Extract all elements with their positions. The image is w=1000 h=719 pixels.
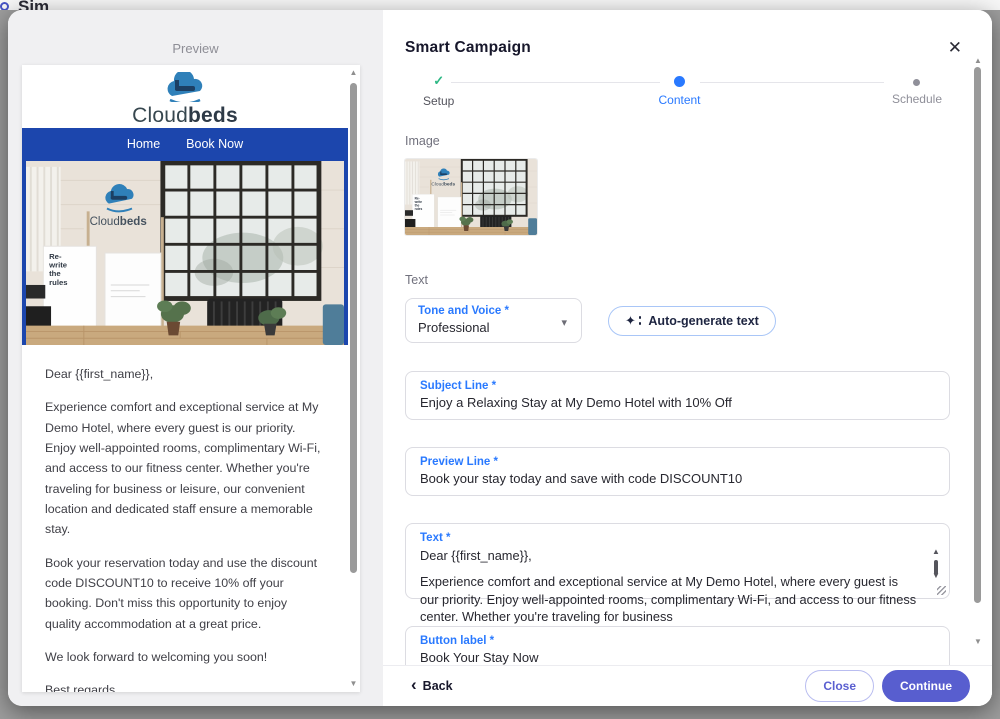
office-photo bbox=[26, 161, 344, 345]
cloudbeds-logo-text: Cloudbeds bbox=[132, 104, 238, 128]
sparkle-icon: ✦ bbox=[625, 314, 636, 327]
modal-footer: ‹ Back Close Continue bbox=[383, 665, 992, 706]
scroll-down-icon[interactable]: ▼ bbox=[931, 572, 941, 580]
email-body-text: Dear {{first_name}}, Experience comfort … bbox=[22, 345, 348, 692]
modal-title: Smart Campaign bbox=[405, 39, 531, 57]
step-content[interactable]: Content bbox=[658, 74, 700, 107]
resize-handle[interactable] bbox=[937, 586, 946, 595]
email-paragraph: Best regards, bbox=[45, 680, 325, 692]
tone-and-voice-select[interactable]: Tone and Voice * Professional ▾ bbox=[405, 298, 582, 343]
textarea-scrollbar[interactable]: ▲ ▼ bbox=[931, 548, 941, 586]
text-field[interactable]: Text * Dear {{first_name}}, Experience c… bbox=[405, 523, 950, 599]
step-setup[interactable]: ✓ Setup bbox=[423, 74, 454, 108]
form-scrollbar[interactable]: ▲ ▼ bbox=[974, 57, 982, 646]
idle-step-dot-icon bbox=[913, 79, 920, 86]
scroll-up-icon[interactable]: ▲ bbox=[349, 69, 358, 77]
scroll-down-icon[interactable]: ▼ bbox=[974, 638, 982, 646]
scroll-up-icon[interactable]: ▲ bbox=[931, 548, 941, 556]
background-logo-ring bbox=[0, 2, 9, 10]
preview-panel: Preview Cloudbeds Home Book Now bbox=[8, 10, 383, 706]
email-paragraph: Experience comfort and exceptional servi… bbox=[45, 397, 325, 539]
check-icon: ✓ bbox=[433, 74, 444, 88]
smart-campaign-modal: Preview Cloudbeds Home Book Now bbox=[8, 10, 992, 706]
preview-line-field[interactable]: Preview Line * Book your stay today and … bbox=[405, 447, 950, 496]
cloudbeds-logo: Cloudbeds bbox=[22, 65, 348, 128]
email-paragraph: Dear {{first_name}}, bbox=[45, 364, 325, 384]
cloudbeds-cloud-icon bbox=[163, 72, 207, 102]
scroll-down-icon[interactable]: ▼ bbox=[349, 680, 358, 688]
sparkle-dots-icon bbox=[639, 316, 642, 319]
image-section-label: Image bbox=[405, 134, 942, 148]
preview-scrollbar-thumb[interactable] bbox=[350, 83, 357, 573]
close-icon[interactable]: ✕ bbox=[948, 38, 962, 58]
continue-button[interactable]: Continue bbox=[882, 670, 970, 702]
background-page: Sim bbox=[0, 0, 1000, 10]
background-text-fragment: Sim bbox=[18, 0, 49, 10]
office-photo-thumb bbox=[405, 159, 537, 235]
preview-scrollbar[interactable]: ▲ ▼ bbox=[349, 69, 358, 688]
stepper-track bbox=[700, 82, 885, 83]
active-step-dot-icon bbox=[674, 76, 685, 87]
campaign-image-thumbnail[interactable] bbox=[405, 159, 537, 235]
stepper-track bbox=[451, 82, 660, 83]
preview-title: Preview bbox=[8, 41, 383, 56]
subject-line-field[interactable]: Subject Line * Enjoy a Relaxing Stay at … bbox=[405, 371, 950, 420]
stepper: ✓ Setup Content Schedule bbox=[417, 74, 942, 118]
nav-home-link: Home bbox=[127, 137, 160, 151]
email-paragraph: Book your reservation today and use the … bbox=[45, 553, 325, 634]
text-section-label: Text bbox=[405, 273, 942, 287]
auto-generate-text-button[interactable]: ✦ Auto-generate text bbox=[608, 306, 776, 336]
nav-book-now-link: Book Now bbox=[186, 137, 243, 151]
close-button[interactable]: Close bbox=[805, 670, 874, 702]
chevron-left-icon: ‹ bbox=[411, 678, 417, 692]
back-button[interactable]: ‹ Back bbox=[411, 679, 453, 693]
scroll-up-icon[interactable]: ▲ bbox=[974, 57, 982, 65]
step-schedule[interactable]: Schedule bbox=[892, 74, 942, 106]
chevron-down-icon: ▾ bbox=[561, 316, 567, 329]
campaign-form-panel: Smart Campaign ✕ ✓ Setup Content Schedul… bbox=[383, 10, 992, 706]
form-scroll-area: Image Text Tone and Voice * Professional… bbox=[383, 118, 962, 665]
email-preview-card: Cloudbeds Home Book Now Dear {{first_nam… bbox=[22, 65, 360, 692]
email-paragraph: We look forward to welcoming you soon! bbox=[45, 647, 325, 667]
email-hero-image bbox=[22, 159, 348, 345]
button-label-field[interactable]: Button label * Book Your Stay Now bbox=[405, 626, 950, 665]
form-scrollbar-thumb[interactable] bbox=[974, 67, 981, 603]
email-nav-bar: Home Book Now bbox=[22, 128, 348, 159]
